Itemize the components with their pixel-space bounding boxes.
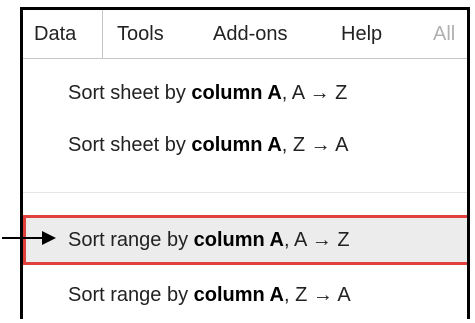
menu-item-label-suffix: , A → Z (284, 229, 350, 251)
menu-item-label-bold: column A (191, 134, 282, 156)
data-menu-dropdown: Sort sheet by column A, A → Z Sort sheet… (23, 58, 467, 319)
menu-separator (23, 192, 467, 193)
menu-tab-data[interactable]: Data (23, 10, 103, 58)
menu-tab-addons[interactable]: Add-ons (213, 10, 288, 58)
menu-item-sort-sheet-a-z[interactable]: Sort sheet by column A, A → Z (23, 71, 467, 115)
menu-screenshot-frame: Data Tools Add-ons Help All Sort sheet b… (20, 7, 470, 319)
menu-item-label-prefix: Sort sheet by (68, 134, 192, 156)
menu-item-label-prefix: Sort range by (68, 284, 194, 306)
menu-item-label-suffix: , Z → A (284, 284, 351, 306)
menu-item-label-bold: column A (193, 284, 284, 306)
menu-item-label-prefix: Sort sheet by (68, 82, 192, 104)
menu-item-sort-range-a-z[interactable]: Sort range by column A, A → Z (23, 215, 467, 265)
menu-item-label-prefix: Sort range by (68, 229, 194, 251)
menu-tab-help[interactable]: Help (341, 10, 382, 58)
menu-item-sort-sheet-z-a[interactable]: Sort sheet by column A, Z → A (23, 123, 467, 167)
menu-item-label-suffix: , Z → A (281, 134, 349, 156)
menu-item-sort-range-z-a[interactable]: Sort range by column A, Z → A (23, 273, 467, 317)
menu-item-label-bold: column A (191, 82, 282, 104)
menu-tab-tools[interactable]: Tools (117, 10, 164, 58)
menu-item-label-suffix: , A → Z (281, 82, 348, 104)
menu-item-label-bold: column A (193, 229, 284, 251)
pointer-arrow-icon (2, 231, 56, 245)
menubar: Data Tools Add-ons Help All (23, 10, 467, 58)
menu-tab-all[interactable]: All (433, 10, 455, 58)
